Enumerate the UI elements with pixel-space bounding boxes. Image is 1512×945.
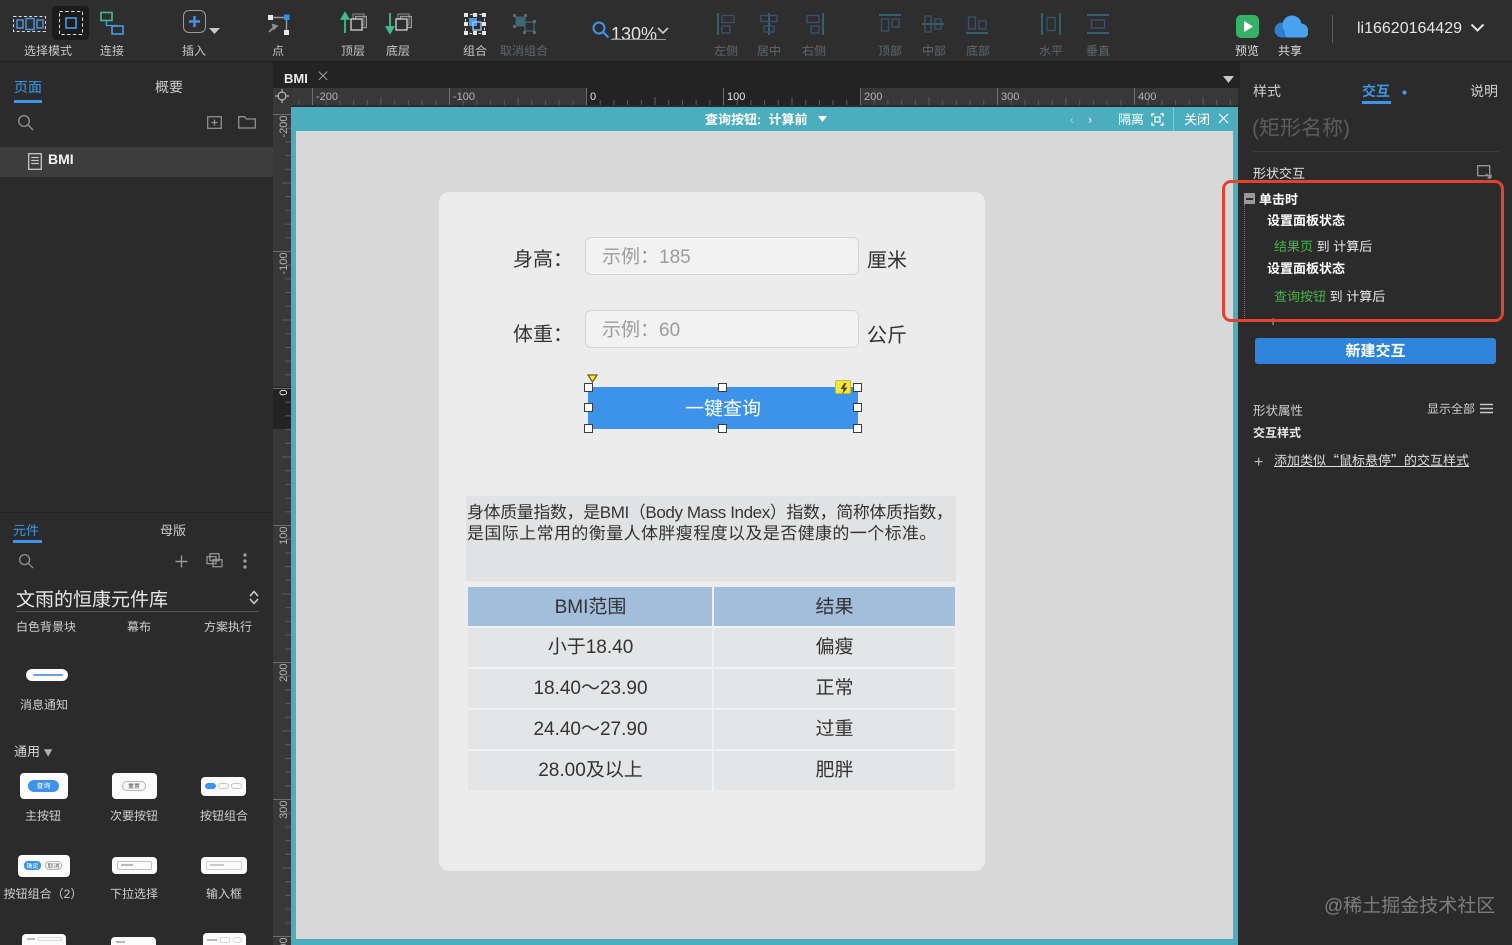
svg-text:400: 400 (1138, 91, 1156, 103)
svg-text:100: 100 (727, 91, 745, 103)
svg-text:0: 0 (590, 91, 596, 103)
svg-text:-100: -100 (453, 91, 475, 103)
svg-text:100: 100 (278, 527, 290, 545)
svg-text:-100: -100 (278, 253, 290, 275)
svg-text:200: 200 (864, 91, 882, 103)
svg-text:0: 0 (278, 390, 290, 396)
svg-text:300: 300 (1001, 91, 1019, 103)
svg-text:300: 300 (278, 801, 290, 819)
svg-text:400: 400 (278, 938, 290, 945)
svg-text:200: 200 (278, 664, 290, 682)
svg-text:-200: -200 (316, 91, 338, 103)
svg-text:-200: -200 (278, 116, 290, 138)
